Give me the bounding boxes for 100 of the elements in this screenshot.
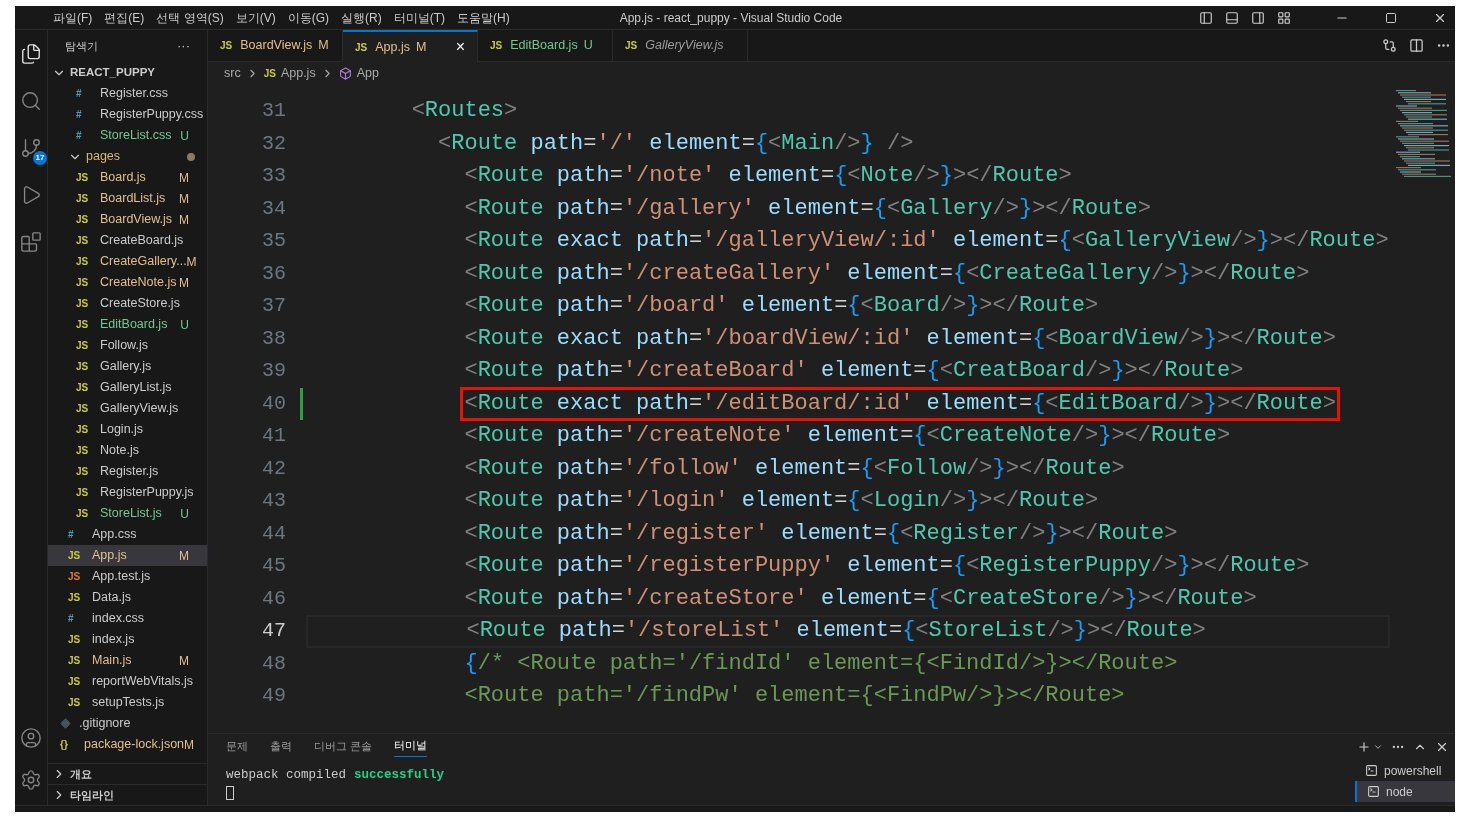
terminal-list-item[interactable]: node <box>1355 781 1455 802</box>
file-row[interactable]: JS index.js <box>48 629 207 650</box>
code-line: {/* <Route path='/findId' element={<FindId/>}></Route> <box>464 649 1178 678</box>
file-row[interactable]: # StoreList.css U <box>48 125 207 146</box>
activity-button[interactable]: 17 <box>17 134 45 162</box>
file-row[interactable]: JS CreateNote.js M <box>48 272 207 293</box>
close-tab-button[interactable]: × <box>455 35 465 59</box>
breadcrumb-item[interactable]: App <box>356 63 379 83</box>
code-line: <Route path='/createBoard' element={<CreatBoard/>}></Route> <box>464 357 1244 386</box>
close-panel-icon[interactable] <box>1435 740 1449 754</box>
file-row[interactable]: JS StoreList.js U <box>48 503 207 524</box>
file-type-icon: JS <box>68 695 84 710</box>
extensions-icon <box>20 231 42 253</box>
file-row[interactable]: JS GalleryView.js <box>48 398 207 419</box>
search-icon <box>20 90 42 112</box>
breadcrumb-item[interactable]: App.js <box>280 63 316 83</box>
file-row[interactable]: JS Gallery.js <box>48 356 207 377</box>
file-row[interactable]: JS EditBoard.js U <box>48 314 207 335</box>
folder-row[interactable]: pages <box>48 146 207 167</box>
settings-icon[interactable] <box>20 769 42 791</box>
file-row[interactable]: JS reportWebVitals.js <box>48 671 207 692</box>
file-row[interactable]: JS Login.js <box>48 419 207 440</box>
panel-tab[interactable]: 디버그 콘솔 <box>314 737 373 757</box>
file-name: GalleryView.js <box>100 400 179 418</box>
terminal-list-item[interactable]: powershell <box>1355 760 1455 781</box>
file-row[interactable]: JS Main.js M <box>48 650 207 671</box>
file-row[interactable]: JS Note.js <box>48 440 207 461</box>
file-row[interactable]: JS Data.js <box>48 587 207 608</box>
panel-tab[interactable]: 문제 <box>226 737 248 757</box>
file-row[interactable]: # index.css <box>48 608 207 629</box>
file-row[interactable]: JS CreateStore.js <box>48 293 207 314</box>
file-type-icon: JS <box>68 548 84 563</box>
editor-tab[interactable]: JS EditBoard.js U <box>478 30 613 62</box>
menu-item[interactable]: 터미널(T) <box>393 8 445 27</box>
file-row[interactable]: JS Follow.js <box>48 335 207 356</box>
terminal-cursor <box>226 785 234 800</box>
file-row[interactable]: JS Board.js M <box>48 167 207 188</box>
file-row[interactable]: # App.css <box>48 524 207 545</box>
file-row[interactable]: # Register.css <box>48 83 207 104</box>
line-number: 49 <box>261 683 287 710</box>
split-editor-icon[interactable] <box>1409 38 1424 53</box>
git-status: M <box>186 253 197 271</box>
toggle-panel-icon[interactable] <box>1225 10 1239 25</box>
file-type-icon: JS <box>76 443 92 458</box>
file-type-icon: JS <box>76 170 92 185</box>
file-type-icon: JS <box>68 569 84 584</box>
menu-item[interactable]: 파일(F) <box>53 8 93 27</box>
file-type-icon: JS <box>76 401 92 416</box>
file-name: CreateStore.js <box>100 295 180 313</box>
compare-changes-icon[interactable] <box>1382 38 1397 53</box>
dropdown-icon[interactable] <box>1373 742 1383 752</box>
menu-item[interactable]: 도움말(H) <box>457 8 510 27</box>
file-name: RegisterPuppy.js <box>100 484 194 502</box>
file-name: App.css <box>92 526 137 544</box>
notification-badge: 17 <box>33 151 47 165</box>
panel-tab[interactable]: 터미널 <box>394 737 428 757</box>
file-row[interactable]: {} package-lock.jsonM <box>48 734 207 755</box>
file-row[interactable]: JS GalleryList.js <box>48 377 207 398</box>
toggle-secondary-sidebar-icon[interactable] <box>1251 10 1265 25</box>
editor-tab[interactable]: JS GalleryView.js <box>613 30 748 62</box>
file-row[interactable]: .gitignore <box>48 713 207 734</box>
menu-item[interactable]: 보기(V) <box>235 8 276 27</box>
file-row[interactable]: JS BoardView.js M <box>48 209 207 230</box>
line-number: 42 <box>261 455 287 482</box>
menu-item[interactable]: 이동(G) <box>287 8 329 27</box>
file-row[interactable]: JS RegisterPuppy.js <box>48 482 207 503</box>
maximize-icon[interactable] <box>1385 11 1397 24</box>
file-row[interactable]: JS BoardList.js M <box>48 188 207 209</box>
file-row[interactable]: JS App.js M <box>48 545 207 566</box>
line-number: 37 <box>261 293 287 320</box>
section-header[interactable]: 개요 <box>48 763 207 784</box>
file-type-icon: # <box>76 86 92 101</box>
layout-icon[interactable] <box>1277 10 1291 25</box>
file-row[interactable]: JS CreateGallery...M <box>48 251 207 272</box>
git-status: M <box>179 211 189 229</box>
file-type-icon: JS <box>76 233 92 248</box>
file-name: Data.js <box>92 589 131 607</box>
menu-item[interactable]: 선택 영역(S) <box>156 8 224 27</box>
folder-row[interactable]: REACT_PUPPY <box>48 62 207 83</box>
menu-item[interactable]: 편집(E) <box>104 8 145 27</box>
menu-item[interactable]: 실행(R) <box>341 8 382 27</box>
file-type-icon: # <box>76 128 92 143</box>
terminal-name: node <box>1386 783 1413 801</box>
file-type-icon: JS <box>76 380 92 395</box>
file-type-icon: # <box>76 107 92 122</box>
file-type-icon: JS <box>220 38 233 53</box>
new-terminal-icon[interactable] <box>1357 740 1371 754</box>
file-row[interactable]: # RegisterPuppy.css <box>48 104 207 125</box>
toggle-sidebar-icon[interactable] <box>1199 10 1213 25</box>
file-row[interactable]: JS CreateBoard.js <box>48 230 207 251</box>
editor-tab[interactable]: JS App.js M × <box>343 30 478 62</box>
file-row[interactable]: JS App.test.js <box>48 566 207 587</box>
file-row[interactable]: JS setupTests.js <box>48 692 207 713</box>
panel-tab[interactable]: 출력 <box>270 737 292 757</box>
file-row[interactable]: JS Register.js <box>48 461 207 482</box>
breadcrumb-item[interactable]: src <box>224 63 241 83</box>
more-actions-button[interactable]: ··· <box>177 36 190 56</box>
code-line: <Route path='/createNote' element={<CreateNote/>}></Route> <box>464 422 1231 451</box>
git-status: M <box>179 274 189 292</box>
account-icon[interactable] <box>20 727 42 749</box>
